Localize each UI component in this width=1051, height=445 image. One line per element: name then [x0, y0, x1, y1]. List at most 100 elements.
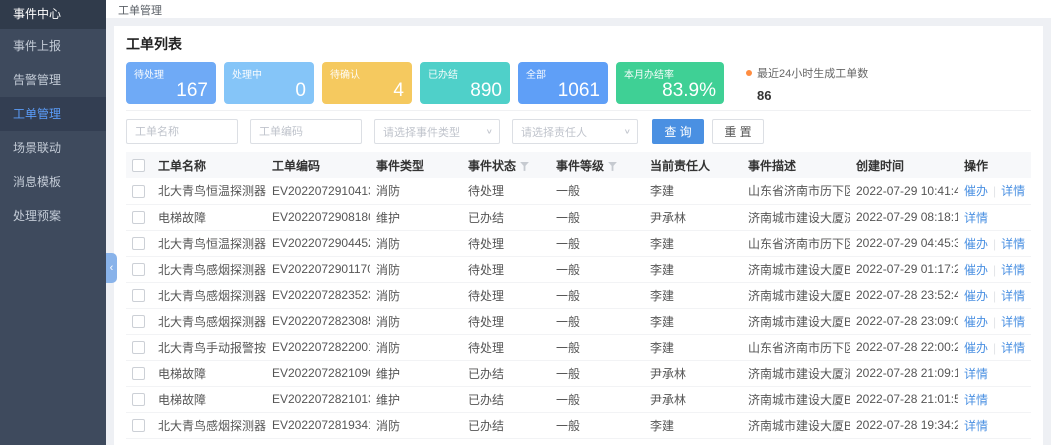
column-header-label: 当前责任人 — [650, 159, 710, 173]
cell-person: 李建 — [644, 230, 742, 256]
detail-link[interactable]: 详情 — [1001, 289, 1025, 303]
filter-row: 请选择事件类型 ∨ 请选择责任人 ∨ 查 询 重 置 — [126, 119, 1031, 144]
stat-card-value: 1061 — [558, 81, 600, 100]
cell-type: 维护 — [370, 386, 462, 412]
cell-type: 消防 — [370, 334, 462, 360]
detail-link[interactable]: 详情 — [964, 211, 988, 225]
row-checkbox[interactable] — [132, 211, 145, 224]
cell-time: 2022-07-28 22:00:29 — [850, 334, 958, 360]
column-header: 当前责任人 — [644, 152, 742, 178]
row-checkbox[interactable] — [132, 419, 145, 432]
sidebar-item-1[interactable]: 事件上报 — [0, 29, 106, 63]
row-checkbox[interactable] — [132, 289, 145, 302]
column-header-label: 事件描述 — [748, 159, 796, 173]
sidebar-item-5[interactable]: 消息模板 — [0, 165, 106, 199]
row-checkbox[interactable] — [132, 185, 145, 198]
cell-time: 2022-07-29 08:18:15 — [850, 204, 958, 230]
page-title: 工单列表 — [126, 34, 1031, 54]
detail-link[interactable]: 详情 — [964, 367, 988, 381]
cell-desc: 济南城市建设大厦B3车... — [742, 282, 850, 308]
detail-link[interactable]: 详情 — [1001, 315, 1025, 329]
column-header-label: 操作 — [964, 159, 988, 173]
cell-name: 北大青鸟感烟探测器故障 — [152, 282, 266, 308]
column-header: 创建时间 — [850, 152, 958, 178]
event-type-select-placeholder: 请选择事件类型 — [383, 124, 460, 140]
stat-card-label: 本月办结率 — [624, 66, 716, 81]
stats-row: 待处理167处理中0待确认4已办结890全部1061本月办结率83.9% 最近2… — [126, 62, 1031, 111]
sidebar-item-2[interactable]: 告警管理 — [0, 63, 106, 97]
stat-card-value: 167 — [176, 81, 208, 100]
cell-time: 2022-07-28 19:34:26 — [850, 412, 958, 438]
cell-desc: 济南城市建设大厦消防保... — [742, 360, 850, 386]
cell-code: EV20220729044522068 — [266, 230, 370, 256]
filter-funnel-icon[interactable] — [608, 162, 617, 171]
urge-link[interactable]: 催办 — [964, 237, 988, 251]
cell-code: EV20220728210138787 — [266, 386, 370, 412]
stat-card-value: 0 — [295, 81, 306, 100]
cell-status: 已办结 — [462, 386, 550, 412]
row-checkbox[interactable] — [132, 367, 145, 380]
stat-card-label: 已办结 — [428, 66, 502, 81]
cell-name: 电梯故障 — [152, 386, 266, 412]
stat-card-label: 待处理 — [134, 66, 208, 81]
row-checkbox[interactable] — [132, 263, 145, 276]
reset-button[interactable]: 重 置 — [712, 119, 764, 144]
stat-card: 处理中0 — [224, 62, 314, 104]
breadcrumb-text: 工单管理 — [118, 5, 162, 17]
urge-link[interactable]: 催办 — [964, 315, 988, 329]
urge-link[interactable]: 催办 — [964, 289, 988, 303]
event-type-select[interactable]: 请选择事件类型 ∨ — [374, 119, 500, 144]
cell-name: 北大青鸟恒温探测器故障 — [152, 178, 266, 204]
urge-link[interactable]: 催办 — [964, 184, 988, 198]
detail-link[interactable]: 详情 — [964, 393, 988, 407]
responsible-person-select[interactable]: 请选择责任人 ∨ — [512, 119, 638, 144]
cell-code: EV20220728193411643 — [266, 412, 370, 438]
cell-person: 李建 — [644, 178, 742, 204]
responsible-person-select-placeholder: 请选择责任人 — [521, 124, 587, 140]
sidebar-collapse-handle[interactable]: ‹ — [106, 253, 117, 283]
chevron-down-icon: ∨ — [624, 127, 631, 135]
filter-funnel-icon[interactable] — [520, 162, 529, 171]
cell-level: 一般 — [550, 230, 644, 256]
cell-desc: 济南城市建设大厦济南城... — [742, 204, 850, 230]
row-checkbox[interactable] — [132, 341, 145, 354]
note-label: 最近24小时生成工单数 — [757, 65, 868, 81]
cell-type: 消防 — [370, 178, 462, 204]
urge-link[interactable]: 催办 — [964, 341, 988, 355]
cell-code: EV20220728210903424 — [266, 360, 370, 386]
stat-card: 已办结890 — [420, 62, 510, 104]
detail-link[interactable]: 详情 — [964, 419, 988, 433]
detail-link[interactable]: 详情 — [1001, 341, 1025, 355]
search-button[interactable]: 查 询 — [652, 119, 704, 144]
cell-name: 北大青鸟感烟探测器故障 — [152, 412, 266, 438]
dot-icon — [746, 70, 752, 76]
cell-status: 待处理 — [462, 308, 550, 334]
cell-type: 维护 — [370, 360, 462, 386]
cell-actions: 催办|详情 — [958, 230, 1031, 256]
detail-link[interactable]: 详情 — [1001, 263, 1025, 277]
sidebar-item-4[interactable]: 场景联动 — [0, 131, 106, 165]
row-checkbox[interactable] — [132, 315, 145, 328]
sidebar-item-3[interactable]: 工单管理 — [0, 97, 106, 131]
order-name-input[interactable] — [126, 119, 238, 144]
stat-card: 待处理167 — [126, 62, 216, 104]
cell-status: 待处理 — [462, 282, 550, 308]
column-header: 工单编码 — [266, 152, 370, 178]
action-separator: | — [993, 289, 996, 303]
row-checkbox[interactable] — [132, 393, 145, 406]
select-all-checkbox[interactable] — [132, 159, 145, 172]
stats-cards: 待处理167处理中0待确认4已办结890全部1061本月办结率83.9% — [126, 62, 732, 104]
detail-link[interactable]: 详情 — [1001, 237, 1025, 251]
order-code-input[interactable] — [250, 119, 362, 144]
column-header-label: 创建时间 — [856, 159, 904, 173]
detail-link[interactable]: 详情 — [1001, 184, 1025, 198]
table-row: 北大青鸟感烟探测器故障EV20220729011706036消防待处理一般李建济… — [126, 256, 1031, 282]
sidebar-item-6[interactable]: 处理预案 — [0, 199, 106, 233]
cell-type: 消防 — [370, 230, 462, 256]
row-checkbox[interactable] — [132, 237, 145, 250]
cell-person: 尹承林 — [644, 360, 742, 386]
sidebar-header: 事件中心 — [0, 0, 106, 29]
cell-status: 已办结 — [462, 204, 550, 230]
urge-link[interactable]: 催办 — [964, 263, 988, 277]
content-card: 工单列表 待处理167处理中0待确认4已办结890全部1061本月办结率83.9… — [114, 26, 1043, 445]
